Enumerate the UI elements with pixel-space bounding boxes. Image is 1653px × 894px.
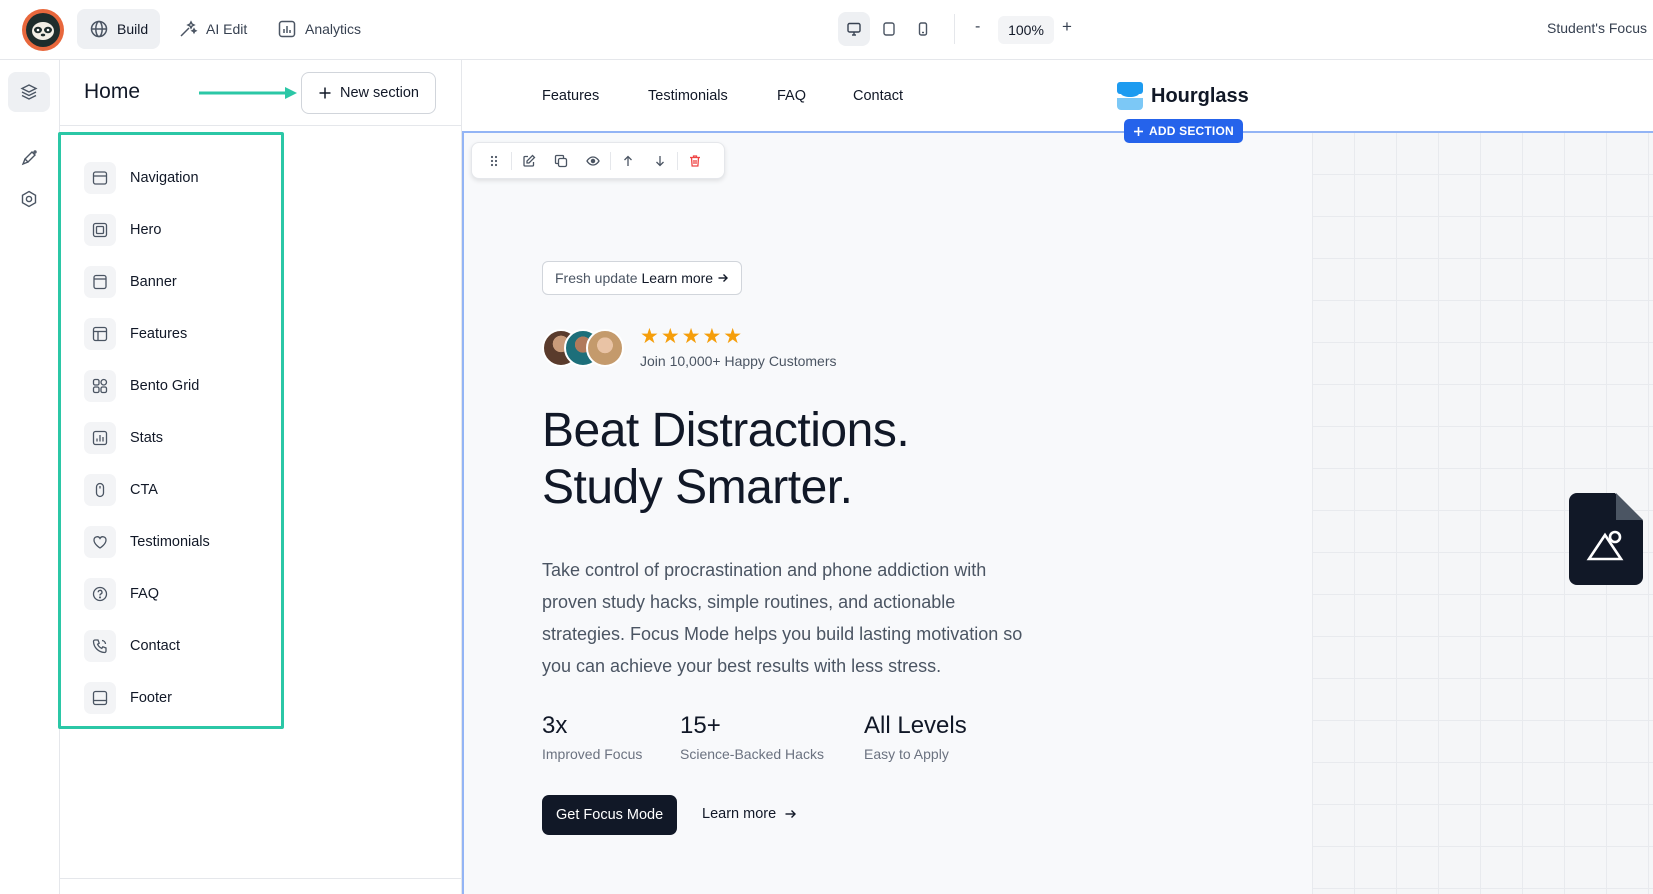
avatar bbox=[586, 329, 624, 367]
stat-label: Improved Focus bbox=[542, 746, 643, 762]
drag-handle-icon[interactable] bbox=[478, 147, 510, 175]
site-nav-faq[interactable]: FAQ bbox=[777, 88, 806, 104]
selection-outline-left bbox=[462, 131, 464, 894]
toolbar-separator bbox=[511, 151, 512, 170]
stat-item: 15+ Science-Backed Hacks bbox=[680, 712, 824, 762]
ai-edit-tab[interactable]: AI Edit bbox=[166, 9, 259, 49]
site-nav-contact[interactable]: Contact bbox=[853, 88, 903, 104]
customers-text: Join 10,000+ Happy Customers bbox=[640, 353, 837, 369]
zoom-in-button[interactable]: + bbox=[1062, 17, 1072, 37]
arrow-down-icon[interactable] bbox=[644, 147, 676, 175]
hourglass-logo-icon bbox=[1117, 82, 1143, 110]
globe-icon bbox=[89, 19, 109, 39]
arrow-right-icon bbox=[784, 808, 797, 820]
site-nav-features[interactable]: Features bbox=[542, 88, 599, 104]
layers-button[interactable] bbox=[8, 72, 50, 112]
mobile-view-button[interactable] bbox=[907, 12, 939, 46]
arrow-up-icon[interactable] bbox=[612, 147, 644, 175]
sloth-logo-icon bbox=[26, 13, 60, 47]
hero-paragraph: Take control of procrastination and phon… bbox=[542, 560, 1023, 676]
stat-value: 15+ bbox=[680, 712, 721, 739]
settings-button[interactable] bbox=[8, 179, 50, 219]
stat-value: 3x bbox=[542, 712, 568, 739]
site-navigation[interactable]: Features Testimonials FAQ Contact Hourgl… bbox=[462, 60, 1653, 132]
new-section-label: New section bbox=[340, 85, 419, 101]
app-logo[interactable] bbox=[22, 9, 64, 51]
site-brand[interactable]: Hourglass bbox=[1117, 82, 1249, 110]
plus-icon bbox=[318, 86, 332, 100]
brand-name: Hourglass bbox=[1151, 84, 1249, 107]
add-section-label: ADD SECTION bbox=[1149, 124, 1234, 138]
build-tab[interactable]: Build bbox=[77, 9, 161, 49]
stat-value: All Levels bbox=[864, 712, 967, 739]
learn-more-link[interactable]: Learn more bbox=[702, 806, 797, 822]
edit-icon[interactable] bbox=[513, 147, 545, 175]
new-section-button[interactable]: New section bbox=[301, 72, 436, 114]
toolbar-separator bbox=[610, 151, 611, 170]
pill-text: Fresh update bbox=[555, 270, 638, 286]
announcement-pill[interactable]: Fresh update Learn more bbox=[542, 261, 743, 295]
toolbar-divider bbox=[954, 14, 955, 44]
analytics-tab[interactable]: Analytics bbox=[265, 9, 373, 49]
sparkle-wand-icon bbox=[178, 19, 198, 39]
learn-more-label: Learn more bbox=[702, 806, 777, 822]
theme-button[interactable] bbox=[8, 138, 50, 178]
headline-line-1: Beat Distractions. bbox=[542, 404, 910, 457]
toolbar-separator bbox=[677, 151, 678, 170]
tablet-view-button[interactable] bbox=[873, 12, 905, 46]
customer-avatars bbox=[542, 329, 632, 369]
rating-stars: ★★★★★ bbox=[640, 325, 745, 348]
plus-icon bbox=[1133, 126, 1144, 137]
selection-outline-top bbox=[462, 131, 1653, 133]
paint-brush-icon bbox=[19, 148, 39, 168]
top-bar: Build AI Edit Analytics - 100% + Student… bbox=[0, 0, 1653, 60]
duplicate-icon[interactable] bbox=[545, 147, 577, 175]
desktop-view-button[interactable] bbox=[838, 12, 870, 46]
chart-icon bbox=[277, 19, 297, 39]
stat-label: Science-Backed Hacks bbox=[680, 746, 824, 762]
arrow-right-annotation bbox=[199, 87, 297, 99]
section-list-highlight bbox=[58, 132, 284, 729]
headline-line-2: Study Smarter. bbox=[542, 461, 853, 514]
ai-edit-label: AI Edit bbox=[206, 21, 248, 37]
stat-item: 3x Improved Focus bbox=[542, 712, 642, 762]
smartphone-icon bbox=[915, 21, 931, 37]
build-label: Build bbox=[117, 21, 149, 37]
add-section-button[interactable]: ADD SECTION bbox=[1124, 119, 1243, 143]
trash-icon[interactable] bbox=[679, 147, 711, 175]
tablet-icon bbox=[881, 21, 897, 37]
monitor-icon bbox=[846, 21, 862, 37]
gear-icon bbox=[19, 189, 39, 209]
get-focus-mode-button[interactable]: Get Focus Mode bbox=[542, 795, 678, 835]
arrow-right-icon bbox=[717, 272, 729, 284]
zoom-level[interactable]: 100% bbox=[998, 16, 1054, 44]
layers-icon bbox=[19, 82, 39, 102]
hero-headline: Beat Distractions. Study Smarter. bbox=[542, 402, 910, 516]
left-rail bbox=[0, 60, 60, 894]
analytics-label: Analytics bbox=[305, 21, 362, 37]
stat-label: Easy to Apply bbox=[864, 746, 949, 762]
project-name[interactable]: Student's Focus bbox=[1547, 20, 1647, 36]
zoom-out-button[interactable]: - bbox=[975, 18, 980, 36]
page-title: Home bbox=[84, 80, 141, 103]
stat-item: All Levels Easy to Apply bbox=[864, 712, 967, 762]
eye-icon[interactable] bbox=[577, 147, 609, 175]
editor-canvas: Features Testimonials FAQ Contact Hourgl… bbox=[462, 60, 1653, 894]
panel-footer-divider bbox=[60, 878, 461, 879]
site-nav-testimonials[interactable]: Testimonials bbox=[648, 88, 728, 104]
pill-link[interactable]: Learn more bbox=[642, 270, 714, 286]
section-toolbar bbox=[471, 142, 725, 179]
panel-divider bbox=[60, 125, 461, 126]
